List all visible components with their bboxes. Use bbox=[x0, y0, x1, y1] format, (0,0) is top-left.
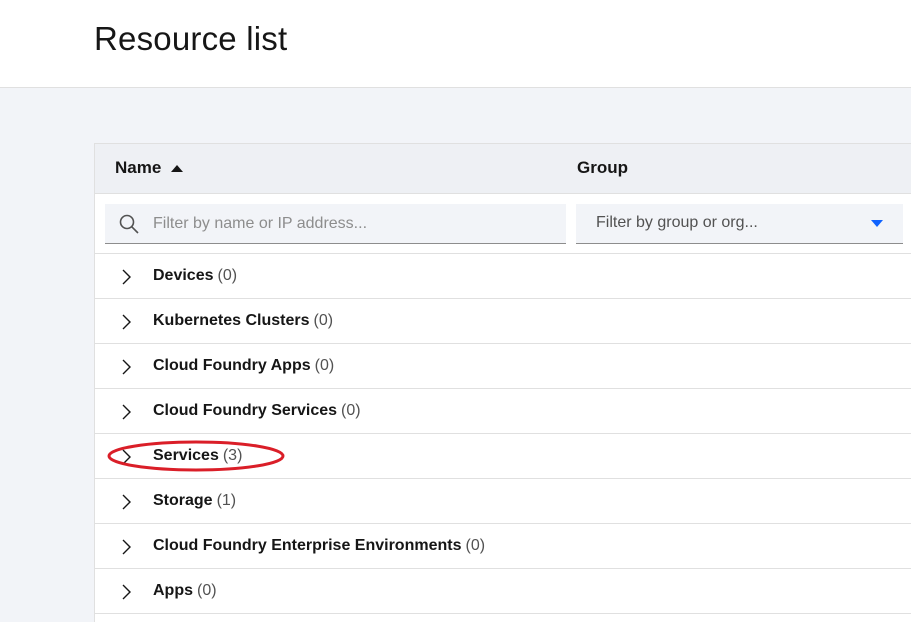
column-header-group[interactable]: Group bbox=[577, 158, 628, 178]
row-text: Apps (0) bbox=[153, 582, 217, 600]
row-label: Cloud Foundry Services bbox=[153, 402, 338, 419]
row-text: Kubernetes Clusters (0) bbox=[153, 312, 333, 330]
chevron-right-icon[interactable] bbox=[121, 269, 131, 285]
chevron-right-icon[interactable] bbox=[121, 449, 131, 465]
row-count: (3) bbox=[222, 447, 243, 464]
resource-table: Name Group Filter by group or org... Dev… bbox=[94, 143, 911, 622]
resource-rows: Devices (0) Kubernetes Clusters (0) Cloud … bbox=[95, 254, 911, 614]
group-filter-placeholder: Filter by group or org... bbox=[596, 214, 758, 231]
table-row[interactable]: Cloud Foundry Apps (0) bbox=[95, 344, 911, 389]
filter-row: Filter by group or org... bbox=[95, 194, 911, 254]
row-count: (0) bbox=[197, 582, 217, 599]
row-count: (0) bbox=[313, 312, 334, 329]
row-text: Cloud Foundry Services (0) bbox=[153, 402, 361, 420]
column-header-name[interactable]: Name bbox=[115, 158, 184, 178]
row-text: Devices (0) bbox=[153, 267, 237, 285]
table-row[interactable]: Kubernetes Clusters (0) bbox=[95, 299, 911, 344]
column-header-name-label: Name bbox=[115, 158, 162, 177]
table-row[interactable]: Apps (0) bbox=[95, 569, 911, 614]
table-header: Name Group bbox=[95, 144, 911, 194]
row-label: Storage bbox=[153, 492, 213, 509]
row-label: Apps bbox=[153, 582, 193, 599]
caret-down-icon bbox=[871, 220, 883, 227]
row-label: Kubernetes Clusters bbox=[153, 312, 310, 329]
row-text: Cloud Foundry Enterprise Environments (0) bbox=[153, 537, 485, 555]
search-icon bbox=[119, 214, 139, 234]
chevron-right-icon[interactable] bbox=[121, 539, 131, 555]
chevron-right-icon[interactable] bbox=[121, 494, 131, 510]
table-row[interactable]: Devices (0) bbox=[95, 254, 911, 299]
chevron-right-icon[interactable] bbox=[121, 404, 131, 420]
page-header: Resource list bbox=[0, 0, 911, 88]
row-text: Storage (1) bbox=[153, 492, 236, 510]
search-box bbox=[105, 204, 566, 244]
row-count: (0) bbox=[341, 402, 361, 419]
table-row[interactable]: Storage (1) bbox=[95, 479, 911, 524]
row-count: (0) bbox=[465, 537, 486, 554]
row-count: (1) bbox=[216, 492, 237, 509]
search-input[interactable] bbox=[153, 204, 553, 243]
row-label: Cloud Foundry Enterprise Environments bbox=[153, 537, 462, 554]
row-count: (0) bbox=[217, 267, 238, 284]
group-filter-dropdown[interactable]: Filter by group or org... bbox=[576, 204, 903, 244]
row-count: (0) bbox=[314, 357, 335, 374]
caret-up-icon bbox=[171, 165, 184, 172]
row-label: Services bbox=[153, 447, 219, 464]
row-text: Cloud Foundry Apps (0) bbox=[153, 357, 334, 375]
row-label: Devices bbox=[153, 267, 214, 284]
chevron-right-icon[interactable] bbox=[121, 359, 131, 375]
table-row[interactable]: Cloud Foundry Services (0) bbox=[95, 389, 911, 434]
chevron-right-icon[interactable] bbox=[121, 584, 131, 600]
table-row[interactable]: Cloud Foundry Enterprise Environments (0) bbox=[95, 524, 911, 569]
chevron-right-icon[interactable] bbox=[121, 314, 131, 330]
row-label: Cloud Foundry Apps bbox=[153, 357, 311, 374]
row-text: Services (3) bbox=[153, 447, 242, 465]
table-row-services[interactable]: Services (3) bbox=[95, 434, 911, 479]
page-title: Resource list bbox=[94, 20, 288, 57]
